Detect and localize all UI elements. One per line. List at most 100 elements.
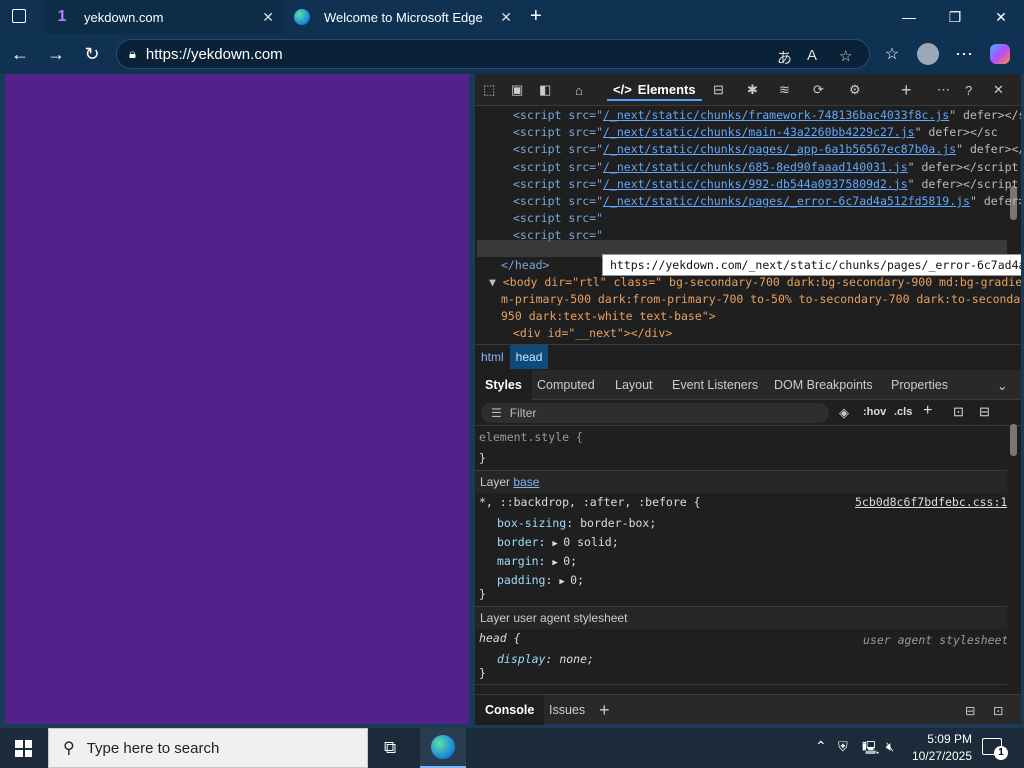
cls-button[interactable]: .cls (894, 406, 912, 418)
css-property[interactable]: display: none; (497, 650, 594, 668)
layer-base-link[interactable]: base (513, 475, 539, 489)
tab-welcome-edge[interactable]: Welcome to Microsoft Edge ✕ (284, 0, 522, 34)
computed-sidebar-icon[interactable]: ⊟ (979, 404, 990, 420)
network-icon[interactable]: 🖳︎ (862, 739, 879, 761)
home-icon[interactable]: ⌂ (575, 79, 583, 101)
element-state-icon[interactable]: ⊡ (953, 404, 964, 420)
close-window-button[interactable]: ✕ (978, 0, 1024, 34)
tab-styles[interactable]: Styles (475, 370, 532, 400)
performance-icon[interactable]: ⟳ (813, 79, 824, 101)
show-hidden-icons-chevron[interactable]: ⌃ (815, 738, 827, 755)
script-src-link[interactable]: /_next/static/chunks/pages/_error-6c7ad4… (603, 194, 970, 208)
close-devtools-icon[interactable]: ✕ (993, 79, 1004, 101)
script-src-link[interactable]: /_next/static/chunks/685-8ed90faaad14003… (603, 160, 908, 174)
network-wifi-icon[interactable]: ≋ (779, 79, 790, 101)
css-property[interactable]: box-sizing: border-box; (497, 514, 656, 532)
close-tab-icon[interactable]: ✕ (500, 9, 512, 26)
head-close-tag[interactable]: </head> (501, 257, 549, 274)
add-drawer-tab-icon[interactable]: + (599, 695, 610, 725)
tab-layout[interactable]: Layout (615, 370, 653, 400)
script-tag-line[interactable]: <script src="/_next/static/chunks/main-4… (513, 124, 998, 141)
css-property[interactable]: border: ▶ 0 solid; (497, 533, 619, 553)
tab-computed[interactable]: Computed (537, 370, 595, 400)
refresh-icon[interactable]: ↻ (78, 40, 106, 68)
translate-icon[interactable]: あ (777, 47, 792, 68)
script-tag-line[interactable]: <script src="/_next/static/chunks/framew… (513, 107, 1021, 124)
tab-elements[interactable]: </> Elements (607, 79, 702, 101)
favorite-star-icon[interactable]: ☆ (839, 47, 852, 65)
console-icon[interactable]: ⊟ (713, 79, 724, 101)
script-src-link[interactable]: /_next/static/chunks/main-43a2260bb4229c… (603, 125, 915, 139)
device-toolbar-icon[interactable]: ▣ (511, 79, 523, 101)
taskbar-clock[interactable]: 5:09 PM 10/27/2025 (912, 731, 972, 765)
script-tag-line[interactable]: <script src="/_next/static/chunks/992-db… (513, 176, 1018, 193)
dock-icon[interactable]: ◧ (539, 79, 551, 101)
expand-arrow-icon[interactable]: ▶ (552, 539, 563, 549)
taskbar-search-box[interactable]: ⚲ Type here to search (48, 728, 368, 768)
layers-icon[interactable]: ◈ (839, 405, 849, 421)
sources-bug-icon[interactable]: ✱ (747, 79, 758, 101)
search-placeholder: Type here to search (86, 739, 220, 757)
close-tab-icon[interactable]: ✕ (262, 9, 274, 26)
more-tools-plus-icon[interactable]: + (901, 79, 912, 101)
styles-scrollbar[interactable] (1010, 424, 1017, 456)
dock-drawer-icon[interactable]: ⊟ (965, 695, 975, 725)
read-aloud-icon[interactable]: A (807, 47, 817, 64)
expand-arrow-icon[interactable]: ▼ (489, 275, 503, 289)
devtools-menu-icon[interactable]: ⋯ (937, 79, 950, 101)
security-icon[interactable]: ⛨ (838, 739, 848, 755)
script-src-link[interactable]: /_next/static/chunks/framework-748136bac… (603, 108, 949, 122)
rule-selector[interactable]: head { (479, 629, 521, 647)
volume-muted-icon[interactable]: 🔇︎ (886, 739, 894, 755)
windows-start-icon[interactable] (15, 740, 32, 757)
css-property[interactable]: margin: ▶ 0; (497, 552, 577, 572)
div-next-tag[interactable]: <div id="__next"></div> (513, 325, 672, 342)
tab-issues[interactable]: Issues (549, 695, 585, 725)
breadcrumb-html[interactable]: html (475, 345, 510, 369)
tab-actions-icon[interactable] (12, 9, 26, 23)
script-src-link[interactable]: /_next/static/chunks/992-db544a09375809d… (603, 177, 908, 191)
address-bar[interactable]: 🔒︎ https://yekdown.com あ A ☆ (116, 39, 870, 69)
new-tab-button[interactable]: + (530, 5, 542, 28)
help-icon[interactable]: ? (965, 79, 972, 101)
script-tag-line[interactable]: <script src="/_next/static/chunks/pages/… (513, 193, 1021, 210)
copilot-icon[interactable] (986, 40, 1014, 68)
favorites-icon[interactable]: ☆ (878, 40, 906, 68)
script-src-link[interactable]: /_next/static/chunks/pages/_app-6a1b5656… (603, 142, 956, 156)
lock-icon[interactable]: 🔒︎ (129, 46, 136, 62)
edge-taskbar-icon[interactable] (420, 728, 466, 768)
task-view-icon[interactable]: ⧉ (384, 738, 396, 758)
script-tag-line[interactable]: <script src=" (513, 210, 603, 227)
css-property[interactable]: padding: ▶ 0; (497, 571, 584, 591)
profile-avatar[interactable] (914, 40, 942, 68)
more-options-icon[interactable]: ⋯ (950, 40, 978, 68)
expand-arrow-icon[interactable]: ▶ (552, 558, 563, 568)
tab-event-listeners[interactable]: Event Listeners (672, 370, 758, 400)
back-icon[interactable]: ← (6, 40, 34, 68)
expand-arrow-icon[interactable]: ▶ (559, 577, 570, 587)
script-tag-line[interactable]: <script src=" (513, 227, 603, 244)
tab-console[interactable]: Console (475, 695, 545, 725)
minimize-button[interactable]: — (886, 0, 932, 34)
new-rule-plus-icon[interactable]: + (923, 402, 932, 420)
rule-selector[interactable]: *, ::backdrop, :after, :before { (479, 493, 701, 511)
element-style-rule[interactable]: element.style { (479, 428, 583, 446)
hov-button[interactable]: :hov (863, 406, 886, 418)
web-page-content[interactable] (5, 74, 469, 724)
script-tag-line[interactable]: <script src="/_next/static/chunks/685-8e… (513, 159, 1018, 176)
body-tag[interactable]: ▼ <body dir="rtl" class=" bg-secondary-7… (489, 274, 1021, 291)
tab-dom-breakpoints[interactable]: DOM Breakpoints (774, 370, 873, 400)
settings-gear-icon[interactable]: ⚙ (849, 79, 861, 101)
rule-source-link[interactable]: 5cb0d8c6f7bdfebc.css:1 (855, 493, 1007, 511)
tab-properties[interactable]: Properties (891, 370, 948, 400)
restore-button[interactable]: ❐ (932, 0, 978, 34)
filter-input[interactable]: ☰ Filter (481, 403, 829, 423)
breadcrumb-head[interactable]: head (509, 344, 549, 369)
chevron-down-icon[interactable]: ⌄ (997, 370, 1007, 400)
script-tag-line[interactable]: <script src="/_next/static/chunks/pages/… (513, 141, 1021, 158)
tab-yekdown[interactable]: 1 yekdown.com ✕ (44, 0, 284, 34)
close-drawer-icon[interactable]: ⊡ (993, 695, 1003, 725)
dom-tree[interactable]: <script src=" /_next/static/chunks/framew… (475, 106, 1021, 344)
forward-icon[interactable]: → (42, 40, 70, 68)
inspect-icon[interactable]: ⬚ (483, 79, 495, 101)
